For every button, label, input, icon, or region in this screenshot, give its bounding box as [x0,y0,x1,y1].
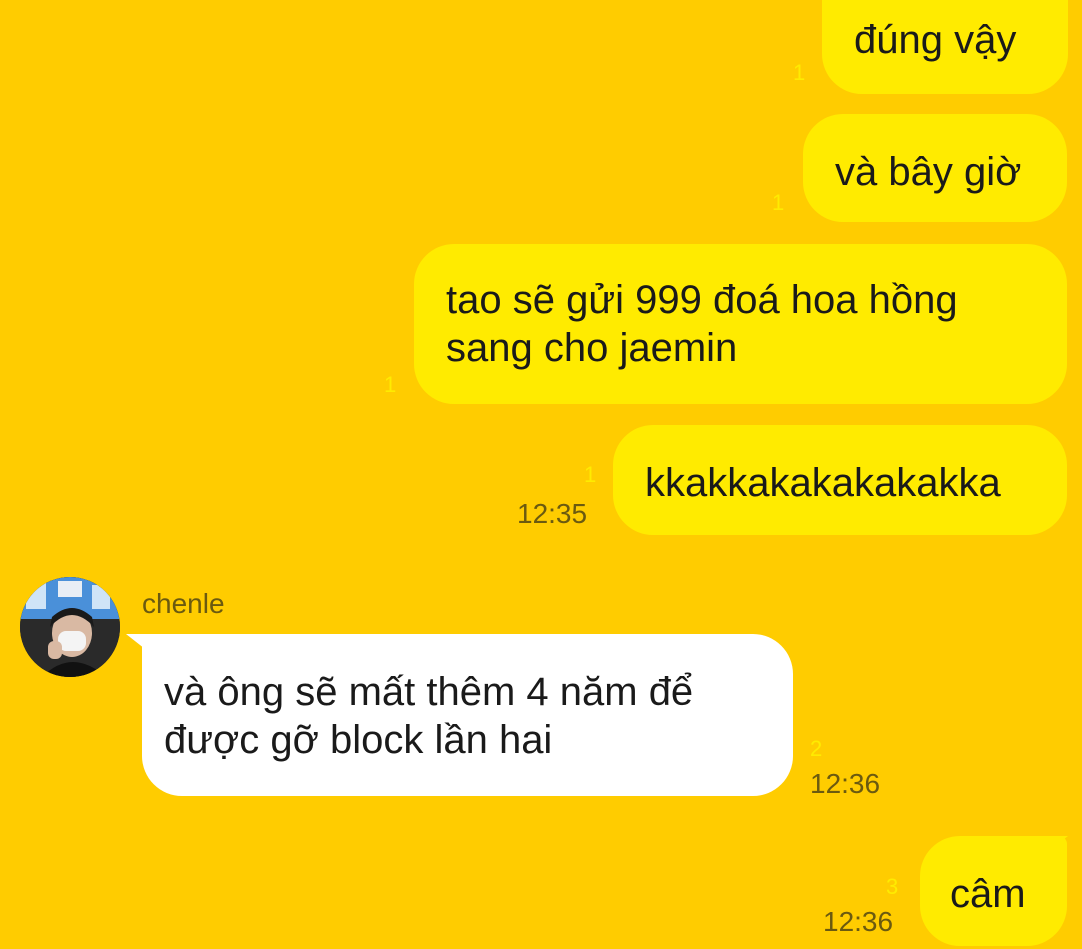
outgoing-message[interactable]: kkakkakakakakakka [613,425,1067,535]
unread-count: 3 [886,874,899,899]
message-text: đúng vậy [854,18,1017,62]
message-timestamp: 12:35 [517,498,588,529]
outgoing-message[interactable]: và bây giờ [803,114,1067,222]
unread-count: 1 [584,462,597,487]
sender-name: chenle [142,588,225,619]
sender-avatar[interactable] [20,577,120,677]
outgoing-message[interactable]: tao sẽ gửi 999 đoá hoa hồng sang cho jae… [414,244,1067,404]
message-text: kkakkakakakakakka [645,461,1001,505]
unread-count: 1 [384,372,397,397]
message-text: và bây giờ [835,150,1022,194]
incoming-message[interactable]: và ông sẽ mất thêm 4 năm để được gỡ bloc… [142,634,793,796]
message-line: sang cho jaemin [446,326,738,370]
unread-count: 2 [810,736,823,761]
message-line: được gỡ block lần hai [164,718,553,762]
message-text: câm [950,872,1026,916]
message-timestamp: 12:36 [810,768,881,799]
message-line: tao sẽ gửi 999 đoá hoa hồng [446,278,958,322]
outgoing-message[interactable]: câm [920,836,1067,946]
message-timestamp: 12:36 [823,906,894,937]
outgoing-message[interactable]: đúng vậy [822,0,1068,94]
unread-count: 1 [793,60,806,85]
avatar-image-icon [20,577,120,677]
message-line: và ông sẽ mất thêm 4 năm để [164,670,694,714]
unread-count: 1 [772,190,785,215]
